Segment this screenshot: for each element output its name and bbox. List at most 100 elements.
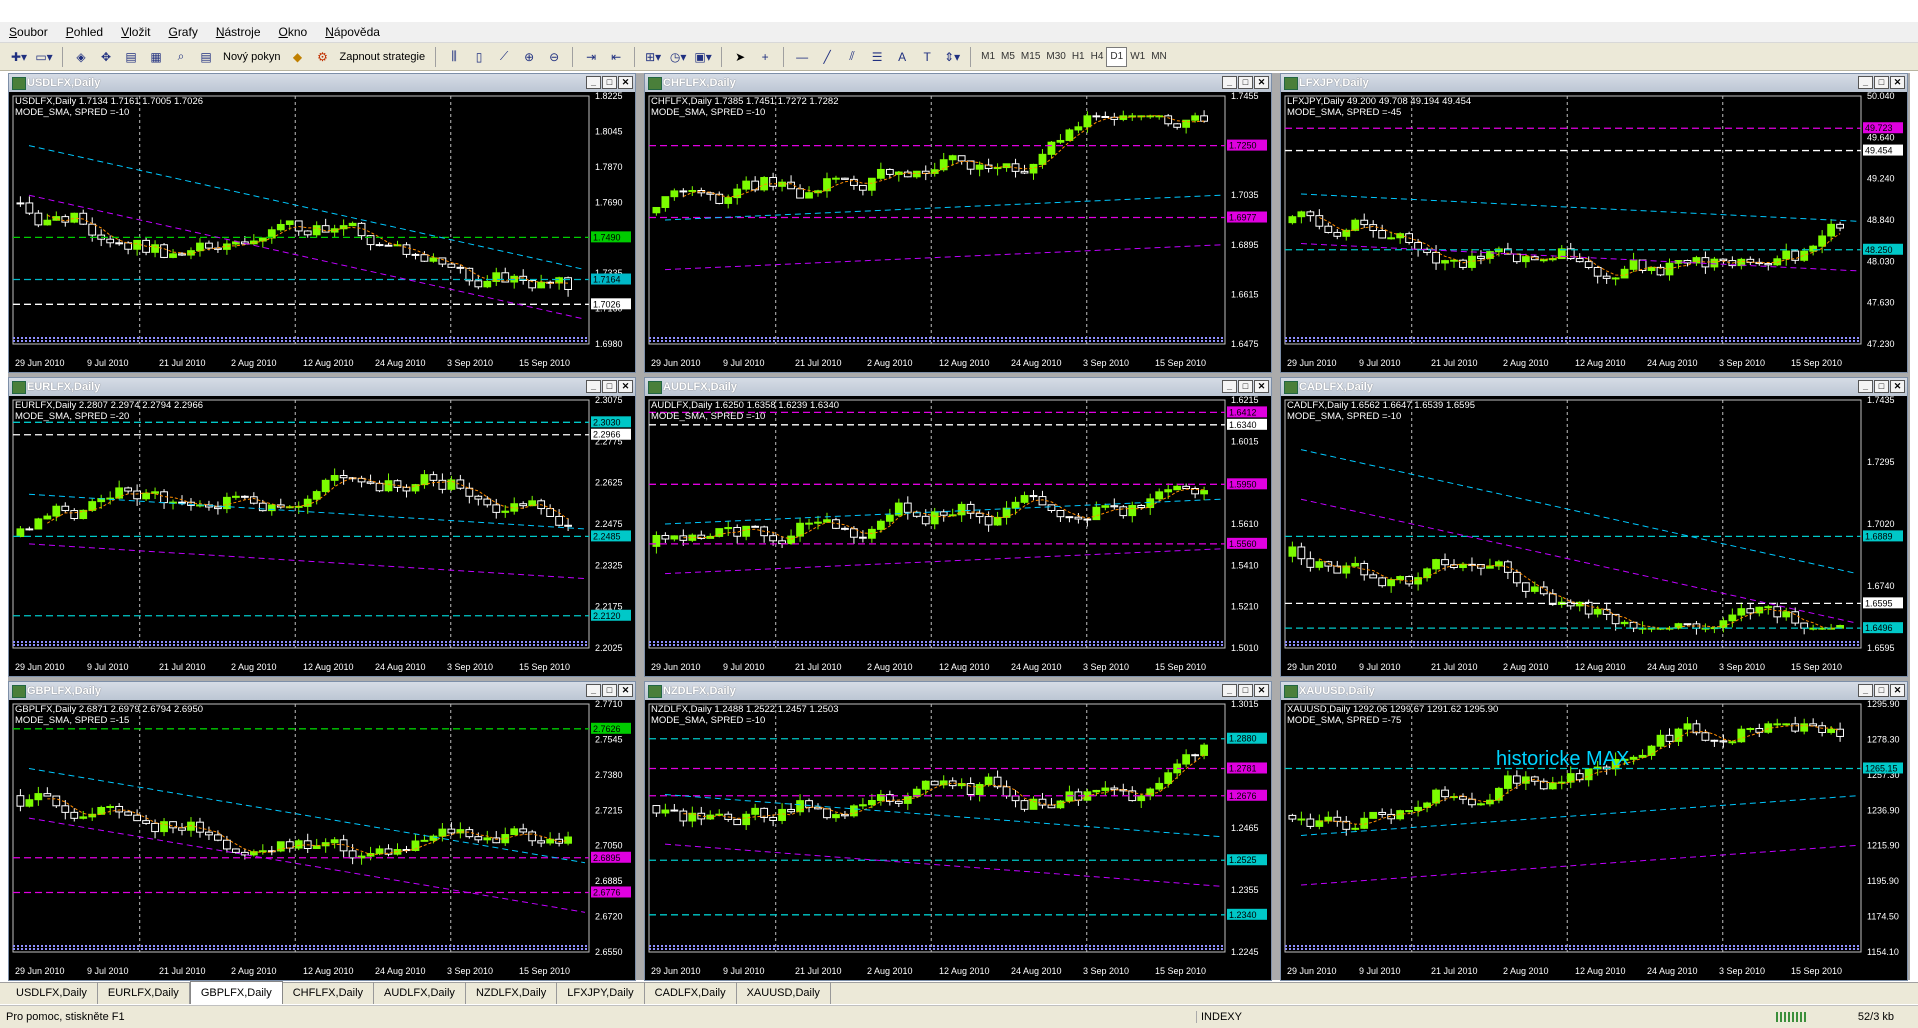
chart-tab[interactable]: LFXJPY,Daily (557, 982, 645, 1004)
maximize-icon[interactable]: □ (602, 380, 617, 393)
close-icon[interactable]: ✕ (618, 76, 633, 89)
chart-window-titlebar[interactable]: CADLFX,Daily _ □ ✕ (1281, 378, 1907, 396)
price-chart[interactable]: 1.30151.25751.24651.23551.22451.28801.27… (645, 700, 1271, 980)
timeframe-m30[interactable]: M30 (1043, 48, 1068, 66)
maximize-icon[interactable]: □ (602, 76, 617, 89)
close-icon[interactable]: ✕ (1254, 380, 1269, 393)
chart-window-cadlfx[interactable]: CADLFX,Daily _ □ ✕ 1.7435 1.7295 1.7020 1.6740 1… (1280, 377, 1908, 677)
minimize-icon[interactable]: _ (1858, 380, 1873, 393)
periods-icon[interactable]: ◷▾ (667, 46, 689, 68)
close-icon[interactable]: ✕ (1254, 76, 1269, 89)
close-icon[interactable]: ✕ (1890, 684, 1905, 697)
chart-window-titlebar[interactable]: CHFLFX,Daily _ □ ✕ (645, 74, 1271, 92)
strategy-button[interactable]: Zapnout strategie (336, 51, 428, 63)
minimize-icon[interactable]: _ (1858, 684, 1873, 697)
minimize-icon[interactable]: _ (586, 76, 601, 89)
price-chart[interactable]: 2.7710 2.7545 2.7380 2.7215 2.7050 2.6885 2.67… (9, 700, 635, 980)
terminal-icon[interactable]: ▦ (145, 46, 167, 68)
minimize-icon[interactable]: _ (1858, 76, 1873, 89)
metaeditor-icon[interactable]: ◆ (286, 46, 308, 68)
chart-tab[interactable]: XAUUSD,Daily (737, 982, 831, 1004)
price-chart[interactable]: 1.7435 1.7295 1.7020 1.6740 1.6595 1.6889 1.65… (1281, 396, 1907, 676)
price-chart[interactable]: 1.74551.71751.70351.68951.66151.64751.72… (645, 92, 1271, 372)
chart-tab[interactable]: GBPLFX,Daily (189, 981, 283, 1004)
profiles-icon[interactable]: ▭▾ (33, 46, 55, 68)
timeframe-m5[interactable]: M5 (998, 48, 1018, 66)
timeframe-mn[interactable]: MN (1148, 48, 1170, 66)
maximize-icon[interactable]: □ (1874, 684, 1889, 697)
timeframe-m1[interactable]: M1 (978, 48, 998, 66)
maximize-icon[interactable]: □ (1874, 380, 1889, 393)
chart-window-gbplfx[interactable]: GBPLFX,Daily _ □ ✕ 2.7710 2.7545 2.7380 2.7215 2… (8, 681, 636, 981)
bar-chart-icon[interactable]: ⫼ (443, 46, 465, 68)
minimize-icon[interactable]: _ (1222, 684, 1237, 697)
chart-tab[interactable]: CHFLFX,Daily (283, 982, 375, 1004)
chart-window-audlfx[interactable]: AUDLFX,Daily_□✕1.62151.60151.58151.56101… (644, 377, 1272, 677)
chart-window-titlebar[interactable]: XAUUSD,Daily _ □ ✕ (1281, 682, 1907, 700)
maximize-icon[interactable]: □ (1238, 76, 1253, 89)
chart-window-lfxjpy[interactable]: LFXJPY,Daily _ □ ✕ 50.040 49.640 49.240 48.840 4… (1280, 73, 1908, 373)
menu-item-5[interactable]: Okno (270, 25, 317, 39)
minimize-icon[interactable]: _ (586, 684, 601, 697)
status-profile[interactable]: INDEXY (1196, 1011, 1242, 1023)
chart-window-titlebar[interactable]: GBPLFX,Daily _ □ ✕ (9, 682, 635, 700)
new-order-icon[interactable]: ▤ (195, 46, 217, 68)
chart-window-titlebar[interactable]: AUDLFX,Daily _ □ ✕ (645, 378, 1271, 396)
chart-tab[interactable]: NZDLFX,Daily (466, 982, 558, 1004)
cursor-icon[interactable]: ➤ (729, 46, 751, 68)
price-chart[interactable]: 2.3075 2.2775 2.2625 2.2475 2.2325 2.2175 2.20… (9, 396, 635, 676)
crosshair-icon[interactable]: + (754, 46, 776, 68)
chart-window-xauusd[interactable]: XAUUSD,Daily _ □ ✕ 1295.90 1278.30 1257.30 1236… (1280, 681, 1908, 981)
fibonacci-icon[interactable]: ☰ (866, 46, 888, 68)
arrows-icon[interactable]: ⇕▾ (941, 46, 963, 68)
candlestick-icon[interactable]: ▯ (468, 46, 490, 68)
menu-item-6[interactable]: Nápověda (316, 25, 389, 39)
timeframe-h4[interactable]: H4 (1088, 48, 1107, 66)
trendline-icon[interactable]: ╱ (816, 46, 838, 68)
chart-tab[interactable]: AUDLFX,Daily (374, 982, 466, 1004)
close-icon[interactable]: ✕ (1890, 76, 1905, 89)
chart-window-nzdlfx[interactable]: NZDLFX,Daily_□✕1.30151.25751.24651.23551… (644, 681, 1272, 981)
templates-icon[interactable]: ▣▾ (692, 46, 714, 68)
price-chart[interactable]: 1295.90 1278.30 1257.30 1236.90 1215.90 1195.… (1281, 700, 1907, 980)
chart-tab[interactable]: CADLFX,Daily (645, 982, 737, 1004)
new-chart-icon[interactable]: ✚▾ (8, 46, 30, 68)
chart-window-titlebar[interactable]: LFXJPY,Daily _ □ ✕ (1281, 74, 1907, 92)
chart-window-titlebar[interactable]: NZDLFX,Daily _ □ ✕ (645, 682, 1271, 700)
minimize-icon[interactable]: _ (1222, 380, 1237, 393)
menu-item-2[interactable]: Vložit (112, 25, 159, 39)
timeframe-h1[interactable]: H1 (1069, 48, 1088, 66)
maximize-icon[interactable]: □ (1874, 76, 1889, 89)
line-chart-icon[interactable]: ⟋ (493, 46, 515, 68)
menu-item-3[interactable]: Grafy (159, 25, 206, 39)
chart-shift-icon[interactable]: ⇤ (605, 46, 627, 68)
minimize-icon[interactable]: _ (586, 380, 601, 393)
new-order-button[interactable]: Nový pokyn (220, 51, 283, 63)
market-watch-icon[interactable]: ◈ (70, 46, 92, 68)
price-chart[interactable]: 1.82251.80451.78701.76901.75151.73351.71… (9, 92, 635, 372)
close-icon[interactable]: ✕ (618, 380, 633, 393)
chart-window-titlebar[interactable]: EURLFX,Daily _ □ ✕ (9, 378, 635, 396)
timeframe-d1[interactable]: D1 (1106, 46, 1128, 67)
maximize-icon[interactable]: □ (1238, 380, 1253, 393)
zoom-out-icon[interactable]: ⊖ (543, 46, 565, 68)
text-icon[interactable]: A (891, 46, 913, 68)
tester-icon[interactable]: ⌕ (170, 46, 192, 68)
zoom-in-icon[interactable]: ⊕ (518, 46, 540, 68)
channel-icon[interactable]: ⫽ (841, 46, 863, 68)
label-icon[interactable]: T (916, 46, 938, 68)
close-icon[interactable]: ✕ (1890, 380, 1905, 393)
chart-window-titlebar[interactable]: USDLFX,Daily _ □ ✕ (9, 74, 635, 92)
horizontal-line-icon[interactable]: — (791, 46, 813, 68)
strategy-icon[interactable]: ⚙ (311, 46, 333, 68)
price-chart[interactable]: 1.62151.60151.58151.56101.54101.52101.50… (645, 396, 1271, 676)
auto-scroll-icon[interactable]: ⇥ (580, 46, 602, 68)
menu-item-4[interactable]: Nástroje (207, 25, 270, 39)
maximize-icon[interactable]: □ (602, 684, 617, 697)
price-chart[interactable]: 50.040 49.640 49.240 48.840 48.030 47.630 47.2… (1281, 92, 1907, 372)
folder-icon[interactable]: ▤ (120, 46, 142, 68)
chart-window-usdlfx[interactable]: USDLFX,Daily _ □ ✕ 1.8225 1.8045 1.7870 1.7690 1… (8, 73, 636, 373)
chart-tab[interactable]: EURLFX,Daily (98, 982, 190, 1004)
chart-window-chflfx[interactable]: CHFLFX,Daily_□✕1.74551.71751.70351.68951… (644, 73, 1272, 373)
close-icon[interactable]: ✕ (1254, 684, 1269, 697)
